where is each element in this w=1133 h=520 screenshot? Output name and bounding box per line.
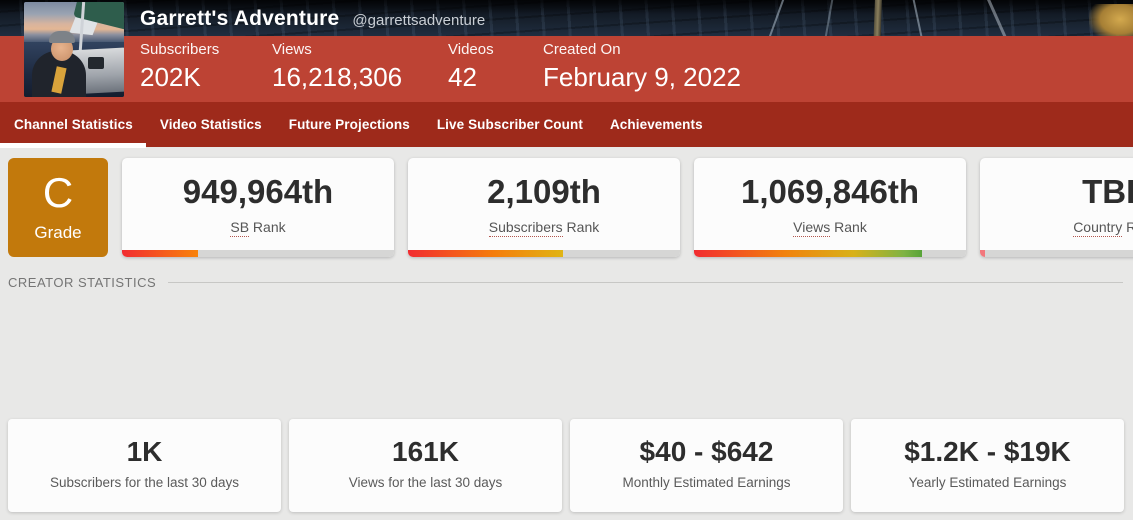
views-rank-progress-track (694, 250, 966, 257)
channel-identity: Garrett's Adventure @garrettsadventure (140, 7, 485, 31)
creator-stats-row: 1K Subscribers for the last 30 days 161K… (8, 419, 1124, 512)
header-stat-views: Views 16,218,306 (272, 41, 448, 90)
subscribers-rank-progress-track (408, 250, 680, 257)
header-stat-subscribers: Subscribers 202K (140, 41, 272, 90)
views-rank-card: 1,069,846th Views Rank (694, 158, 966, 257)
main-content: C Grade 949,964th SB Rank 2,109th Subscr… (0, 147, 1133, 520)
country-rank-card: TBD Country Rank (980, 158, 1133, 257)
tab-video-statistics[interactable]: Video Statistics (160, 117, 262, 132)
subscribers-30d-label: Subscribers for the last 30 days (8, 475, 281, 490)
monthly-earnings-card: $40 - $642 Monthly Estimated Earnings (570, 419, 843, 512)
views-rank-label: Views Rank (694, 219, 966, 235)
stat-label: Views (272, 41, 448, 58)
views-rank-value: 1,069,846th (694, 175, 966, 210)
country-rank-progress-track (980, 250, 1133, 257)
sb-keyword: SB (230, 219, 249, 237)
country-rank-progress-fill (980, 250, 985, 257)
subscribers-rank-card: 2,109th Subscribers Rank (408, 158, 680, 257)
subscribers-30d-value: 1K (8, 438, 281, 466)
header-stat-created-on: Created On February 9, 2022 (543, 41, 741, 90)
sb-rank-progress-track (122, 250, 394, 257)
socialblade-channel-page: Garrett's Adventure @garrettsadventure S… (0, 0, 1133, 520)
grade-card: C Grade (8, 158, 108, 257)
channel-title: Garrett's Adventure (140, 7, 339, 31)
sb-rank-label: SB Rank (122, 219, 394, 235)
tab-channel-statistics[interactable]: Channel Statistics (14, 117, 133, 132)
country-keyword: Country (1073, 219, 1122, 237)
sb-rank-value: 949,964th (122, 175, 394, 210)
views-30d-label: Views for the last 30 days (289, 475, 562, 490)
monthly-earnings-label: Monthly Estimated Earnings (570, 475, 843, 490)
country-rank-label: Country Rank (980, 219, 1133, 235)
creator-statistics-section-header: CREATOR STATISTICS (8, 275, 1123, 290)
stat-value: 16,218,306 (272, 64, 448, 90)
tab-achievements[interactable]: Achievements (610, 117, 703, 132)
channel-banner: Garrett's Adventure @garrettsadventure S… (0, 0, 1133, 102)
active-tab-underline (0, 143, 146, 148)
stat-label: Videos (448, 41, 543, 58)
stat-value: 202K (140, 64, 272, 90)
views-keyword: Views (793, 219, 830, 237)
section-title: CREATOR STATISTICS (8, 275, 156, 290)
header-stat-videos: Videos 42 (448, 41, 543, 90)
tab-future-projections[interactable]: Future Projections (289, 117, 410, 132)
views-rank-progress-fill (694, 250, 922, 257)
views-30d-value: 161K (289, 438, 562, 466)
subscribers-30d-card: 1K Subscribers for the last 30 days (8, 419, 281, 512)
channel-handle: @garrettsadventure (352, 12, 485, 29)
sb-rank-card: 949,964th SB Rank (122, 158, 394, 257)
yearly-earnings-label: Yearly Estimated Earnings (851, 475, 1124, 490)
subscribers-rank-label: Subscribers Rank (408, 219, 680, 235)
channel-avatar (24, 2, 124, 97)
country-rank-value: TBD (980, 175, 1133, 210)
subscribers-rank-value: 2,109th (408, 175, 680, 210)
subscribers-rank-progress-fill (408, 250, 563, 257)
grade-letter: C (43, 172, 73, 214)
primary-nav: Channel Statistics Video Statistics Futu… (0, 102, 1133, 147)
views-30d-card: 161K Views for the last 30 days (289, 419, 562, 512)
header-stats: Subscribers 202K Views 16,218,306 Videos… (140, 41, 741, 90)
subscribers-keyword: Subscribers (489, 219, 563, 237)
tab-live-subscriber-count[interactable]: Live Subscriber Count (437, 117, 583, 132)
stat-label: Subscribers (140, 41, 272, 58)
monthly-earnings-value: $40 - $642 (570, 438, 843, 466)
yearly-earnings-card: $1.2K - $19K Yearly Estimated Earnings (851, 419, 1124, 512)
yearly-earnings-value: $1.2K - $19K (851, 438, 1124, 466)
section-divider (168, 282, 1123, 283)
stat-value: 42 (448, 64, 543, 90)
sb-rank-progress-fill (122, 250, 198, 257)
stat-label: Created On (543, 41, 741, 58)
grade-label: Grade (34, 223, 81, 243)
rank-cards-row: C Grade 949,964th SB Rank 2,109th Subscr… (8, 158, 1133, 257)
stat-value: February 9, 2022 (543, 64, 741, 90)
